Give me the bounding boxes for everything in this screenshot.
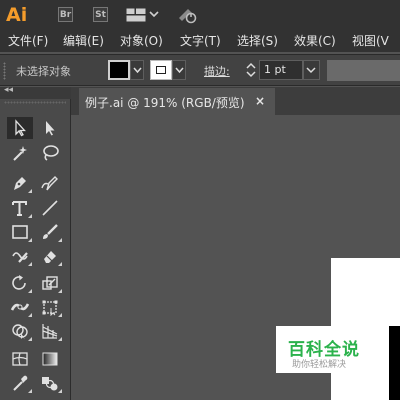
document-tab-title: 例子.ai @ 191% (RGB/预览) <box>85 96 245 110</box>
menu-effect[interactable]: 效果(C) <box>294 30 336 52</box>
fill-dropdown[interactable] <box>130 60 144 80</box>
pen-tool[interactable] <box>7 172 33 194</box>
selection-status: 未选择对象 <box>16 65 71 78</box>
document-tab-bar: 例子.ai @ 191% (RGB/预览) × <box>71 87 400 115</box>
lasso-tool[interactable] <box>37 142 63 164</box>
menu-type[interactable]: 文字(T) <box>180 30 221 52</box>
watermark-logo: 百科全说 助你轻松解决 <box>276 326 383 373</box>
rectangle-tool-icon <box>12 225 28 239</box>
shaper-tool-icon <box>12 252 28 263</box>
type-tool-icon <box>12 201 27 216</box>
close-icon[interactable]: × <box>255 94 265 108</box>
black-shape[interactable] <box>389 326 400 400</box>
menu-file[interactable]: 文件(F) <box>8 30 48 52</box>
line-segment-tool[interactable] <box>37 197 63 219</box>
tools-panel: ◂◂ <box>0 85 71 400</box>
blend-tool[interactable] <box>37 372 63 394</box>
illustrator-logo: Ai <box>6 4 28 26</box>
workspace-layout-icon[interactable] <box>126 8 146 22</box>
perspective-grid-tool-icon <box>42 324 58 339</box>
shaper-tool[interactable] <box>7 245 33 267</box>
magic-wand-tool-icon <box>13 146 27 161</box>
shape-builder-tool[interactable] <box>7 320 33 342</box>
control-bar: 未选择对象 描边: 1 pt <box>0 54 400 86</box>
line-segment-tool-icon <box>42 200 58 216</box>
eraser-tool-icon <box>44 251 56 263</box>
variable-width-profile-field[interactable] <box>327 60 400 81</box>
gradient-tool[interactable] <box>37 348 63 370</box>
chevron-down-icon <box>175 67 184 74</box>
chevron-down-icon[interactable] <box>149 9 159 19</box>
app-bar: Ai Br St <box>0 0 400 30</box>
gpu-performance-icon[interactable] <box>176 6 198 24</box>
scale-tool[interactable] <box>37 272 63 294</box>
stroke-swatch[interactable] <box>150 60 172 80</box>
stroke-dropdown[interactable] <box>172 60 186 80</box>
free-transform-tool[interactable] <box>37 296 63 318</box>
curvature-tool[interactable] <box>37 172 63 194</box>
gradient-tool-icon <box>42 352 58 366</box>
selection-tool[interactable] <box>7 117 33 139</box>
lasso-tool-icon <box>43 145 59 161</box>
selection-tool-icon <box>15 119 26 137</box>
free-transform-tool-icon <box>42 300 58 316</box>
menu-edit[interactable]: 编辑(E) <box>63 30 104 52</box>
paintbrush-tool[interactable] <box>37 221 63 243</box>
curvature-tool-icon <box>41 176 58 191</box>
scale-tool-icon <box>42 276 58 290</box>
blend-tool-icon <box>42 377 58 391</box>
control-bar-grip[interactable] <box>3 62 6 80</box>
paintbrush-tool-icon <box>43 224 58 239</box>
eraser-tool[interactable] <box>37 245 63 267</box>
magic-wand-tool[interactable] <box>7 142 33 164</box>
mesh-tool-icon <box>12 352 28 366</box>
shape-builder-tool-icon <box>12 324 28 340</box>
menu-view[interactable]: 视图(V <box>352 30 389 52</box>
eyedropper-tool-icon <box>13 375 28 391</box>
collapse-icon[interactable]: ◂◂ <box>4 85 13 95</box>
document-tab[interactable]: 例子.ai @ 191% (RGB/预览) × <box>79 88 275 115</box>
stroke-label[interactable]: 描边: <box>204 63 230 79</box>
stock-button[interactable]: St <box>93 7 108 22</box>
width-tool[interactable] <box>7 296 33 318</box>
rotate-tool[interactable] <box>7 272 33 294</box>
rotate-tool-icon <box>12 275 26 290</box>
width-tool-icon <box>10 303 30 311</box>
direct-selection-tool-icon <box>46 121 55 136</box>
menu-object[interactable]: 对象(O) <box>120 30 163 52</box>
perspective-grid-tool[interactable] <box>37 320 63 342</box>
chevron-down-icon <box>133 67 142 74</box>
watermark-subtitle: 助你轻松解决 <box>292 360 347 370</box>
stroke-weight-input[interactable]: 1 pt <box>259 60 303 80</box>
mesh-tool[interactable] <box>7 348 33 370</box>
tools-panel-grip[interactable] <box>4 101 66 104</box>
pen-tool-icon <box>14 177 26 190</box>
bridge-button[interactable]: Br <box>58 7 73 22</box>
menu-select[interactable]: 选择(S) <box>237 30 278 52</box>
stroke-weight-dropdown[interactable] <box>303 60 320 80</box>
menu-bar: 文件(F) 编辑(E) 对象(O) 文字(T) 选择(S) 效果(C) 视图(V <box>0 30 400 52</box>
fill-swatch[interactable] <box>108 60 130 80</box>
tools-panel-header: ◂◂ <box>0 85 71 99</box>
type-tool[interactable] <box>7 197 33 219</box>
chevron-down-icon <box>306 67 316 74</box>
direct-selection-tool[interactable] <box>37 117 63 139</box>
stroke-weight-spinner-icon[interactable] <box>244 60 258 80</box>
eyedropper-tool[interactable] <box>7 372 33 394</box>
rectangle-tool[interactable] <box>7 221 33 243</box>
